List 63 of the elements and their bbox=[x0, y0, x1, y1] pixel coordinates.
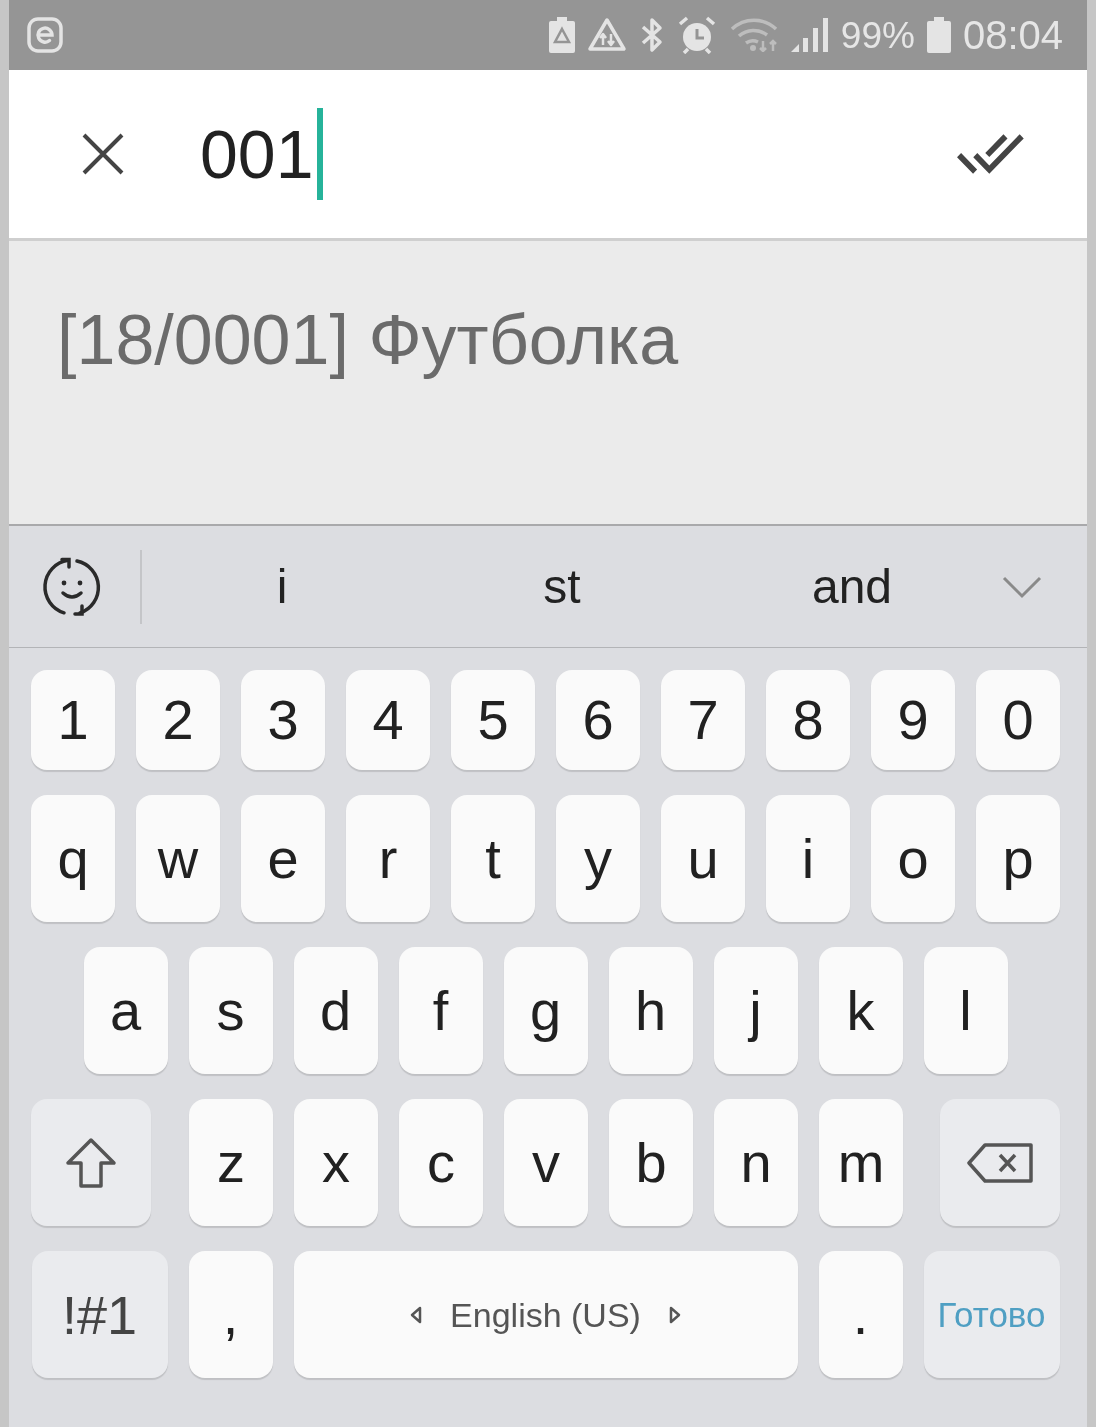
keyboard-key[interactable]: b bbox=[609, 1099, 693, 1226]
search-field[interactable]: 001 bbox=[200, 99, 957, 209]
keyboard-key[interactable]: t bbox=[451, 795, 535, 922]
signal-icon bbox=[790, 18, 829, 52]
suggestion-item[interactable]: i bbox=[142, 562, 422, 611]
keyboard-key[interactable]: v bbox=[504, 1099, 588, 1226]
backspace-icon bbox=[967, 1142, 1033, 1183]
keyboard-key[interactable]: j bbox=[713, 947, 798, 1074]
alarm-clock-icon bbox=[676, 16, 717, 54]
double-check-icon[interactable] bbox=[957, 134, 1025, 174]
app-logo-icon bbox=[27, 17, 63, 53]
battery-icon bbox=[926, 17, 951, 53]
keyboard-key[interactable]: x bbox=[294, 1099, 378, 1226]
clock-time: 08:04 bbox=[962, 15, 1063, 55]
result-item[interactable]: [18/0001] Футболка bbox=[9, 241, 1087, 439]
keyboard-key[interactable]: 1 bbox=[31, 670, 115, 770]
keyboard-key[interactable]: i bbox=[766, 795, 850, 922]
battery-triangle-icon bbox=[548, 17, 575, 53]
keyboard-key[interactable]: 0 bbox=[976, 670, 1060, 770]
keyboard-key[interactable]: a bbox=[83, 947, 168, 1074]
keyboard-key[interactable]: h bbox=[608, 947, 693, 1074]
backspace-key[interactable] bbox=[940, 1099, 1060, 1226]
keyboard-key[interactable]: w bbox=[136, 795, 220, 922]
triangle-arrows-icon bbox=[586, 17, 627, 53]
wifi-icon bbox=[728, 18, 779, 52]
close-icon[interactable] bbox=[82, 133, 124, 175]
keyboard-key[interactable]: , bbox=[188, 1251, 273, 1378]
keyboard-key[interactable]: 5 bbox=[451, 670, 535, 770]
symbols-key[interactable]: !#1 bbox=[31, 1251, 168, 1378]
keyboard-key[interactable]: y bbox=[556, 795, 640, 922]
keyboard-key[interactable]: . bbox=[818, 1251, 903, 1378]
keyboard-key[interactable]: q bbox=[31, 795, 115, 922]
keyboard-key[interactable]: u bbox=[661, 795, 745, 922]
keyboard-key[interactable]: e bbox=[241, 795, 325, 922]
keyboard-key[interactable]: k bbox=[818, 947, 903, 1074]
keyboard-key[interactable]: n bbox=[714, 1099, 798, 1226]
keyboard-key[interactable]: 7 bbox=[661, 670, 745, 770]
keyboard-key[interactable]: 2 bbox=[136, 670, 220, 770]
space-key[interactable]: English (US) bbox=[293, 1251, 798, 1378]
shift-arrow-icon bbox=[65, 1136, 117, 1189]
keyboard-key[interactable]: c bbox=[399, 1099, 483, 1226]
keyboard-key[interactable]: l bbox=[923, 947, 1008, 1074]
caret-right-icon bbox=[668, 1305, 681, 1324]
keyboard-key[interactable]: z bbox=[189, 1099, 273, 1226]
keyboard-key[interactable]: g bbox=[503, 947, 588, 1074]
keyboard-key[interactable]: s bbox=[188, 947, 273, 1074]
keyboard-key[interactable]: 4 bbox=[346, 670, 430, 770]
keyboard-key[interactable]: f bbox=[398, 947, 483, 1074]
keyboard-key[interactable]: d bbox=[293, 947, 378, 1074]
keyboard-key[interactable]: m bbox=[819, 1099, 903, 1226]
keyboard-key[interactable]: o bbox=[871, 795, 955, 922]
keyboard-key[interactable]: 8 bbox=[766, 670, 850, 770]
keyboard-key[interactable]: r bbox=[346, 795, 430, 922]
keyboard-key[interactable]: 9 bbox=[871, 670, 955, 770]
keyboard-key[interactable]: 3 bbox=[241, 670, 325, 770]
suggestion-item[interactable]: and bbox=[702, 562, 1002, 611]
caret-left-icon bbox=[410, 1305, 423, 1324]
battery-level: 99% bbox=[840, 16, 915, 54]
keyboard-key[interactable]: 6 bbox=[556, 670, 640, 770]
suggestion-item[interactable]: st bbox=[422, 562, 702, 611]
keyboard-key[interactable]: p bbox=[976, 795, 1060, 922]
chevron-down-icon[interactable] bbox=[1002, 574, 1042, 599]
shift-key[interactable] bbox=[31, 1099, 151, 1226]
